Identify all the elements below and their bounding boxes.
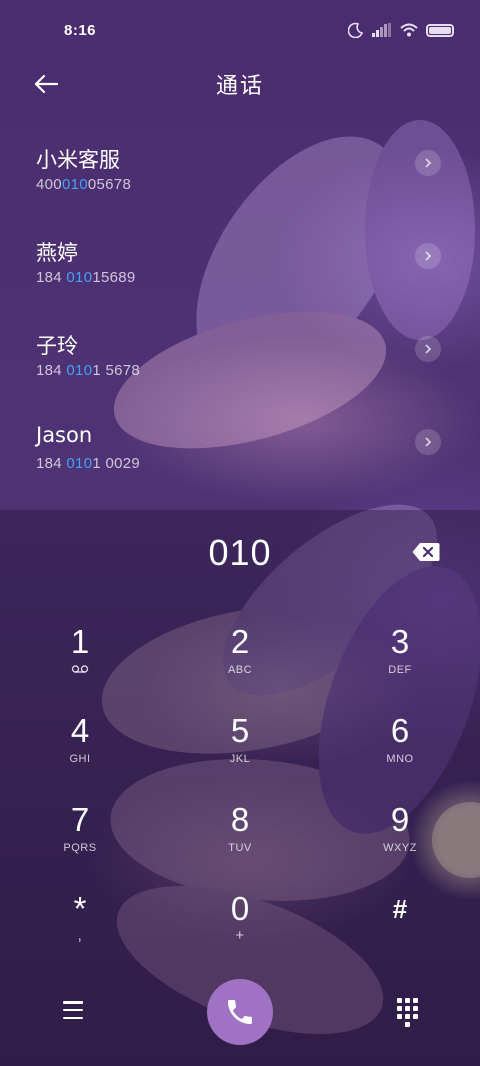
key-digit: 3: [390, 623, 410, 660]
key-digit: 2: [230, 623, 250, 660]
keypad-dot: [412, 1006, 418, 1011]
number-match: 010: [66, 269, 93, 286]
backspace-icon: [412, 543, 440, 561]
key-2[interactable]: 2 ABC: [160, 616, 320, 705]
contact-name: Jason: [36, 423, 93, 447]
keypad-toggle-button[interactable]: [396, 998, 418, 1027]
key-digit: 6: [390, 712, 410, 749]
key-letters: DEF: [388, 664, 412, 676]
key-letters: +: [235, 927, 245, 944]
page-title: 通话: [215, 74, 264, 99]
keypad-dot: [396, 998, 402, 1003]
key-letters: ABC: [227, 664, 253, 676]
contact-detail-button[interactable]: [415, 150, 441, 176]
key-letters: PQRS: [63, 842, 97, 854]
contact-suggestions-list: 小米客服 40001005678 燕婷 184 01015689 子玲 184 …: [0, 130, 480, 502]
key-letters: JKL: [229, 753, 251, 765]
battery-icon: [426, 23, 454, 37]
key-digit: 0: [230, 890, 250, 927]
keypad-dot: [396, 1014, 402, 1019]
chevron-right-icon: [425, 344, 432, 354]
key-digit: 8: [230, 801, 250, 838]
menu-button[interactable]: [58, 998, 88, 1022]
bottom-action-bar: [0, 978, 480, 1045]
contact-item[interactable]: 小米客服 40001005678: [0, 130, 480, 223]
key-digit: 1: [70, 623, 90, 660]
keypad-dot: [404, 1006, 410, 1011]
key-hash[interactable]: #: [320, 883, 480, 972]
contact-name: 小米客服: [36, 148, 120, 172]
keypad-dot: [404, 1014, 410, 1019]
call-button[interactable]: [207, 979, 273, 1045]
signal-icon: [372, 23, 391, 37]
contact-name: 子玲: [36, 334, 78, 358]
dial-input: 010: [0, 532, 480, 580]
contact-number: 184 0101 5678: [36, 362, 141, 379]
key-3[interactable]: 3 DEF: [320, 616, 480, 705]
backspace-button[interactable]: [412, 542, 440, 562]
key-8[interactable]: 8 TUV: [160, 794, 320, 883]
dialed-number: 010: [208, 532, 272, 573]
contact-detail-button[interactable]: [415, 429, 441, 455]
key-0[interactable]: 0 +: [160, 883, 320, 972]
contact-number: 40001005678: [36, 176, 132, 193]
keypad-dot: [412, 998, 418, 1003]
status-icons: [348, 22, 454, 38]
contact-number: 184 0101 0029: [36, 455, 141, 472]
key-4[interactable]: 4 GHI: [0, 705, 160, 794]
key-letters: GHI: [69, 753, 91, 765]
chevron-right-icon: [425, 437, 432, 447]
contact-detail-button[interactable]: [415, 336, 441, 362]
keypad-dot: [404, 998, 410, 1003]
key-digit: 7: [70, 801, 90, 838]
wifi-icon: [400, 23, 418, 37]
phone-icon: [228, 1000, 252, 1024]
status-bar: 8:16: [0, 0, 480, 62]
key-letters: TUV: [228, 842, 252, 854]
number-match: 010: [61, 176, 88, 193]
menu-icon-line: [63, 1008, 83, 1012]
key-digit: 5: [230, 712, 250, 749]
contact-item[interactable]: 子玲 184 0101 5678: [0, 316, 480, 409]
contact-number: 184 01015689: [36, 269, 136, 286]
key-digit: 4: [70, 712, 90, 749]
key-digit: 9: [390, 801, 410, 838]
key-7[interactable]: 7 PQRS: [0, 794, 160, 883]
keypad-dot: [396, 1006, 402, 1011]
key-digit: #: [392, 894, 408, 924]
key-letters: MNO: [386, 753, 414, 765]
key-letters: ,: [77, 927, 83, 944]
chevron-right-icon: [425, 251, 432, 261]
key-letters: WXYZ: [383, 842, 417, 854]
header: 通话: [0, 62, 480, 106]
key-5[interactable]: 5 JKL: [160, 705, 320, 794]
key-letters: [71, 664, 89, 678]
contact-item[interactable]: 燕婷 184 01015689: [0, 223, 480, 316]
moon-icon: [348, 22, 364, 38]
key-digit: *: [73, 890, 87, 927]
voicemail-icon: [71, 665, 89, 673]
status-time: 8:16: [64, 22, 97, 39]
keypad-dot: [404, 1022, 410, 1027]
dial-keypad: 1 2 ABC 3 DEF 4 GHI 5 JKL 6 MNO 7 PQRS 8…: [0, 616, 480, 972]
menu-icon-line: [63, 1001, 83, 1004]
contact-name: 燕婷: [36, 241, 78, 265]
keypad-dot: [412, 1014, 418, 1019]
chevron-right-icon: [425, 158, 432, 168]
menu-icon-line: [63, 1016, 83, 1019]
key-1[interactable]: 1: [0, 616, 160, 705]
number-match: 010: [66, 455, 93, 472]
contact-item[interactable]: Jason 184 0101 0029: [0, 409, 480, 502]
key-star[interactable]: * ,: [0, 883, 160, 972]
number-match: 010: [66, 362, 93, 379]
key-6[interactable]: 6 MNO: [320, 705, 480, 794]
key-9[interactable]: 9 WXYZ: [320, 794, 480, 883]
contact-detail-button[interactable]: [415, 243, 441, 269]
